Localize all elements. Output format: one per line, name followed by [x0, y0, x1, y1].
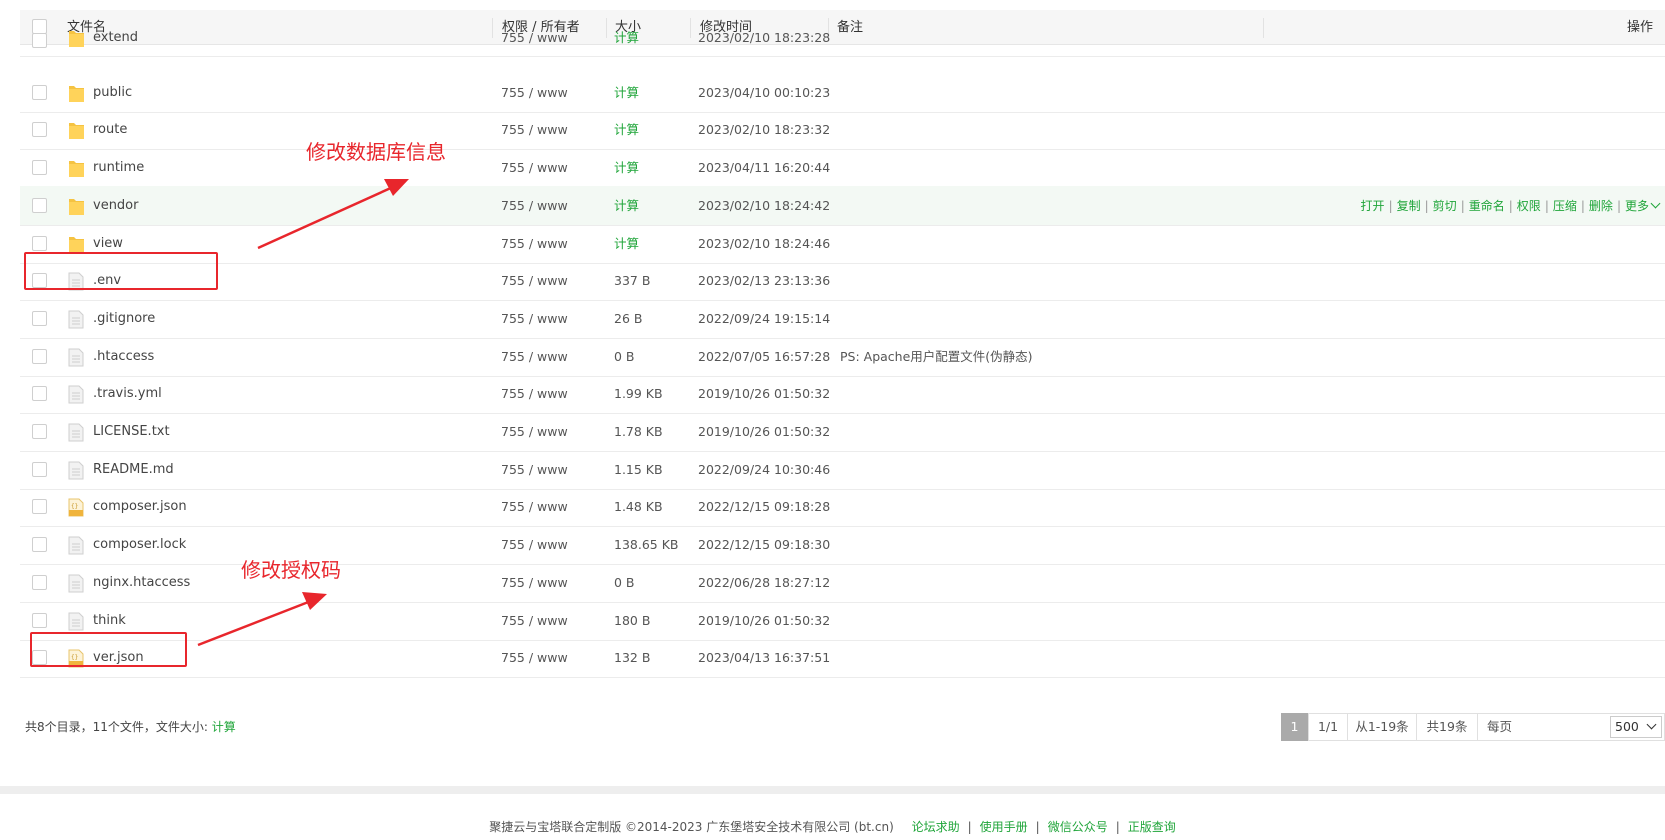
annotation-arrows: [197, 179, 409, 647]
arrow-to-auth-note: [197, 592, 327, 647]
arrow-to-db-note: [257, 179, 409, 250]
